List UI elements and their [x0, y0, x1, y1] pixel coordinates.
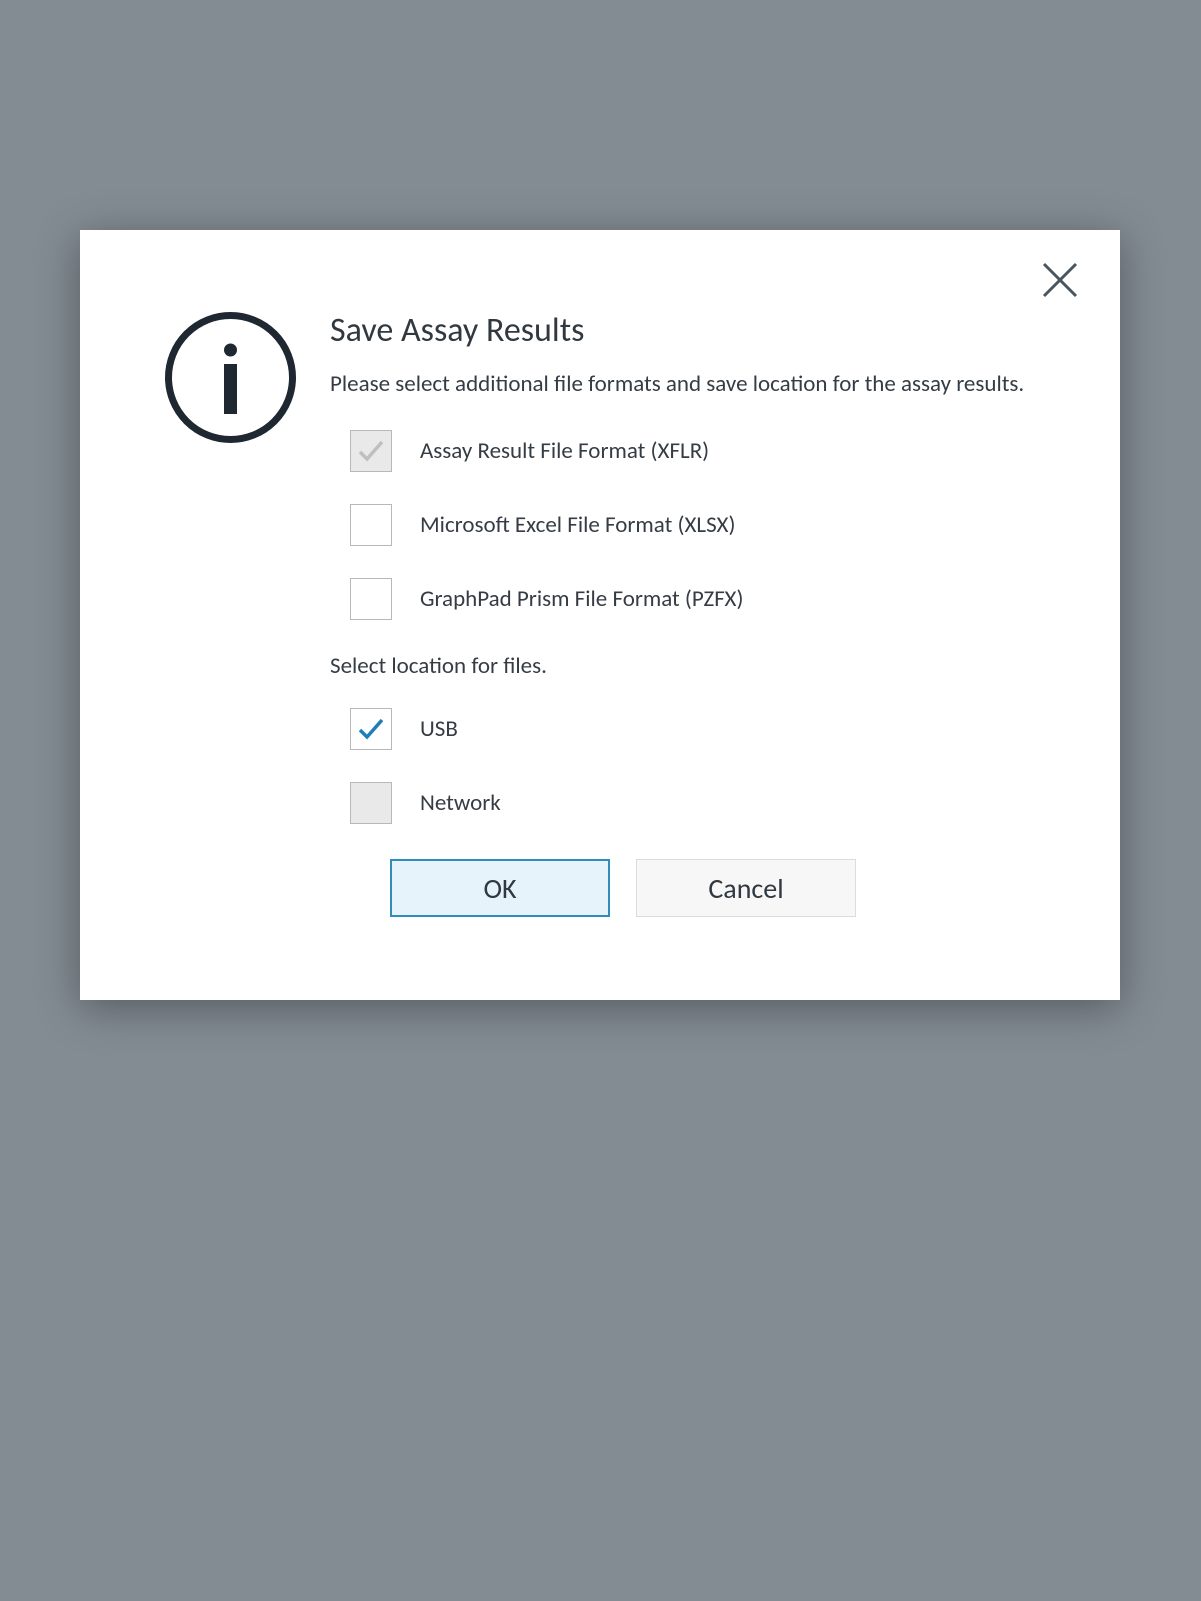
content-column: Save Assay Results Please select additio…: [330, 310, 1070, 917]
checkbox-network: [350, 782, 392, 824]
format-option-pzfx: GraphPad Prism File Format (PZFX): [330, 578, 1050, 620]
close-icon: [1040, 260, 1080, 300]
location-label: Network: [420, 789, 501, 817]
info-icon: [163, 310, 298, 445]
cancel-button[interactable]: Cancel: [636, 859, 856, 917]
close-button[interactable]: [1040, 260, 1080, 305]
location-option-network: Network: [330, 782, 1050, 824]
format-label: GraphPad Prism File Format (PZFX): [420, 585, 743, 613]
icon-column: [130, 310, 330, 917]
dialog-description: Please select additional file formats an…: [330, 369, 1050, 400]
dialog-title: Save Assay Results: [330, 310, 1050, 351]
checkbox-usb[interactable]: [350, 708, 392, 750]
checkbox-xlsx[interactable]: [350, 504, 392, 546]
location-option-usb: USB: [330, 708, 1050, 750]
format-option-xflr: Assay Result File Format (XFLR): [330, 430, 1050, 472]
save-assay-dialog: Save Assay Results Please select additio…: [80, 230, 1120, 1000]
dialog-body: Save Assay Results Please select additio…: [130, 270, 1070, 917]
checkmark-icon: [356, 714, 386, 744]
checkbox-xflr: [350, 430, 392, 472]
button-row: OK Cancel: [330, 859, 1050, 917]
checkbox-pzfx[interactable]: [350, 578, 392, 620]
ok-button[interactable]: OK: [390, 859, 610, 917]
format-label: Assay Result File Format (XFLR): [420, 437, 709, 465]
format-label: Microsoft Excel File Format (XLSX): [420, 511, 735, 539]
checkmark-icon: [356, 436, 386, 466]
location-label: USB: [420, 715, 458, 743]
location-section-label: Select location for files.: [330, 652, 1050, 680]
format-option-xlsx: Microsoft Excel File Format (XLSX): [330, 504, 1050, 546]
